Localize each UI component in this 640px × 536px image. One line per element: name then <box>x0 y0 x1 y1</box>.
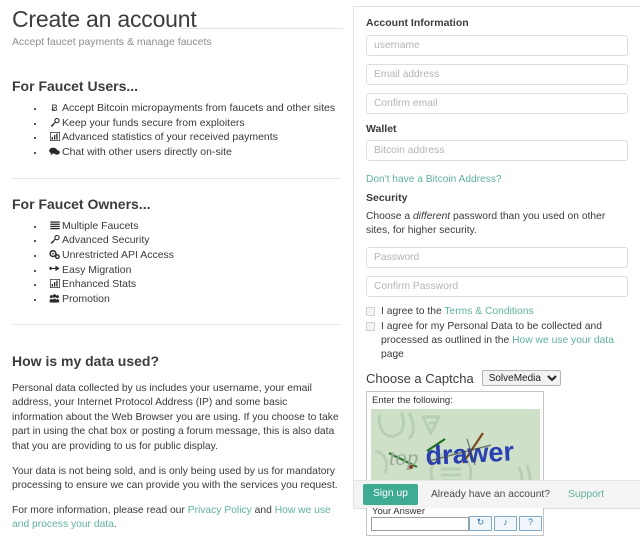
bar-chart-icon <box>48 278 61 292</box>
list-item: Unrestricted API Access <box>34 249 341 263</box>
signup-form-panel: Account Information Wallet Don't have a … <box>353 6 640 536</box>
signup-page: Create an account Accept faucet payments… <box>0 0 640 536</box>
faucet-owners-section: For Faucet Owners... Multiple Faucets Ad… <box>12 195 341 307</box>
list-icon <box>48 220 61 234</box>
captcha-header: Choose a Captcha SolveMedia <box>366 370 628 387</box>
data-consent-checkbox[interactable] <box>366 322 375 332</box>
no-bitcoin-address-link[interactable]: Don't have a Bitcoin Address? <box>366 173 502 186</box>
key-icon <box>48 117 61 131</box>
terms-checkbox-row[interactable]: I agree to the Terms & Conditions <box>366 305 628 319</box>
help-icon[interactable]: ? <box>519 516 542 532</box>
list-item-label: Easy Migration <box>62 263 132 276</box>
svg-text:top: top <box>389 445 418 470</box>
data-paragraph-1: Personal data collected by us includes y… <box>12 382 339 452</box>
data-usage-section: How is my data used? Personal data colle… <box>12 352 341 533</box>
list-item: Ƀ Accept Bitcoin micropayments from fauce… <box>34 102 341 116</box>
security-help-text: Choose a different password than you use… <box>366 210 628 238</box>
list-item-label: Accept Bitcoin micropayments from faucet… <box>62 102 336 115</box>
cogs-icon <box>48 249 61 263</box>
list-item: Advanced Security <box>34 234 341 248</box>
list-item-label: Multiple Faucets <box>62 219 139 232</box>
captcha-answer-input[interactable] <box>371 517 469 532</box>
left-info-column: Create an account Accept faucet payments… <box>0 0 353 530</box>
bitcoin-address-input[interactable] <box>366 140 628 162</box>
confirm-email-input[interactable] <box>366 92 628 114</box>
form-footer: Sign up Already have an account? Support <box>354 480 640 508</box>
confirm-password-input[interactable] <box>366 275 628 297</box>
faucet-users-list: Ƀ Accept Bitcoin micropayments from fauce… <box>12 102 341 159</box>
account-information-label: Account Information <box>366 17 469 29</box>
solvemedia-captcha-widget: Enter the following: top drawer Your Ans… <box>366 391 544 536</box>
key-icon <box>48 234 61 248</box>
sign-up-button[interactable]: Sign up <box>363 484 418 505</box>
svg-text:drawer: drawer <box>425 437 515 472</box>
page-title-text: Create an account <box>12 6 197 32</box>
bar-chart-icon <box>48 131 61 145</box>
page-title: Create an account <box>12 6 343 34</box>
security-help-pre: Choose a <box>366 210 413 222</box>
divider-owners <box>12 177 341 179</box>
captcha-provider-select[interactable]: SolveMedia <box>481 370 561 387</box>
refresh-icon[interactable]: ↻ <box>469 516 492 532</box>
data-paragraph-3-mid: and <box>251 504 275 516</box>
captcha-title: Choose a Captcha <box>366 370 474 386</box>
list-item-label: Promotion <box>62 292 110 305</box>
list-item-label: Keep your funds secure from exploiters <box>62 116 245 129</box>
list-item: Enhanced Stats <box>34 278 341 292</box>
wallet-label: Wallet <box>366 122 397 135</box>
divider-data <box>12 324 341 326</box>
terms-checkbox[interactable] <box>366 306 375 316</box>
comments-icon <box>48 146 61 160</box>
faucet-users-section: For Faucet Users... Ƀ Accept Bitcoin micr… <box>12 77 341 160</box>
audio-icon[interactable]: ♪ <box>494 516 517 532</box>
email-input[interactable] <box>366 63 628 85</box>
list-item-label: Chat with other users directly on-site <box>62 146 232 159</box>
list-item: Chat with other users directly on-site <box>34 146 341 160</box>
list-item-label: Advanced statistics of your received pay… <box>62 131 278 144</box>
title-divider <box>180 28 343 29</box>
captcha-prompt: Enter the following: <box>372 395 453 407</box>
username-input[interactable] <box>366 34 628 56</box>
captcha-controls: ↻ ♪ ? <box>469 516 542 532</box>
data-usage-title: How is my data used? <box>12 353 160 370</box>
list-item: Easy Migration <box>34 264 341 278</box>
list-item-label: Advanced Security <box>62 234 150 247</box>
terms-conditions-link[interactable]: Terms & Conditions <box>444 306 533 317</box>
data-consent-checkbox-row[interactable]: I agree for my Personal Data to be colle… <box>366 320 628 361</box>
exchange-icon <box>48 264 61 278</box>
data-paragraph-3-pre: For more information, please read our <box>12 504 188 516</box>
data-paragraph-2: Your data is not being sold, and is only… <box>12 465 338 492</box>
password-input[interactable] <box>366 246 628 268</box>
group-icon <box>48 293 61 307</box>
list-item-label: Enhanced Stats <box>62 278 137 291</box>
list-item: Advanced statistics of your received pay… <box>34 131 341 145</box>
list-item: Keep your funds secure from exploiters <box>34 117 341 131</box>
bitcoin-icon: Ƀ <box>51 103 58 115</box>
privacy-policy-link[interactable]: Privacy Policy <box>188 505 252 516</box>
faucet-owners-title: For Faucet Owners... <box>12 195 151 212</box>
list-item-label: Unrestricted API Access <box>62 249 175 262</box>
faucet-users-title: For Faucet Users... <box>12 78 139 95</box>
already-have-account-link[interactable]: Already have an account? <box>431 489 550 500</box>
data-consent-post: page <box>381 348 404 360</box>
faucet-owners-list: Multiple Faucets Advanced Security Unres… <box>12 220 341 307</box>
security-help-emphasis: different <box>412 210 451 222</box>
support-link[interactable]: Support <box>568 489 604 500</box>
list-item: Multiple Faucets <box>34 220 341 234</box>
list-item: Promotion <box>34 293 341 307</box>
data-consent-label: I agree for my Personal Data to be colle… <box>381 320 628 361</box>
how-we-use-your-data-link[interactable]: How we use your data <box>512 335 614 346</box>
terms-label-pre: I agree to the <box>381 305 445 317</box>
data-paragraph-3: For more information, please read our Pr… <box>12 504 341 533</box>
security-label: Security <box>366 192 408 205</box>
terms-checkbox-label: I agree to the Terms & Conditions <box>381 305 628 319</box>
captcha-answer-group: Your Answer <box>371 506 469 532</box>
data-paragraph-3-post: . <box>113 519 117 531</box>
page-subtitle: Accept faucet payments & manage faucets <box>12 36 212 49</box>
